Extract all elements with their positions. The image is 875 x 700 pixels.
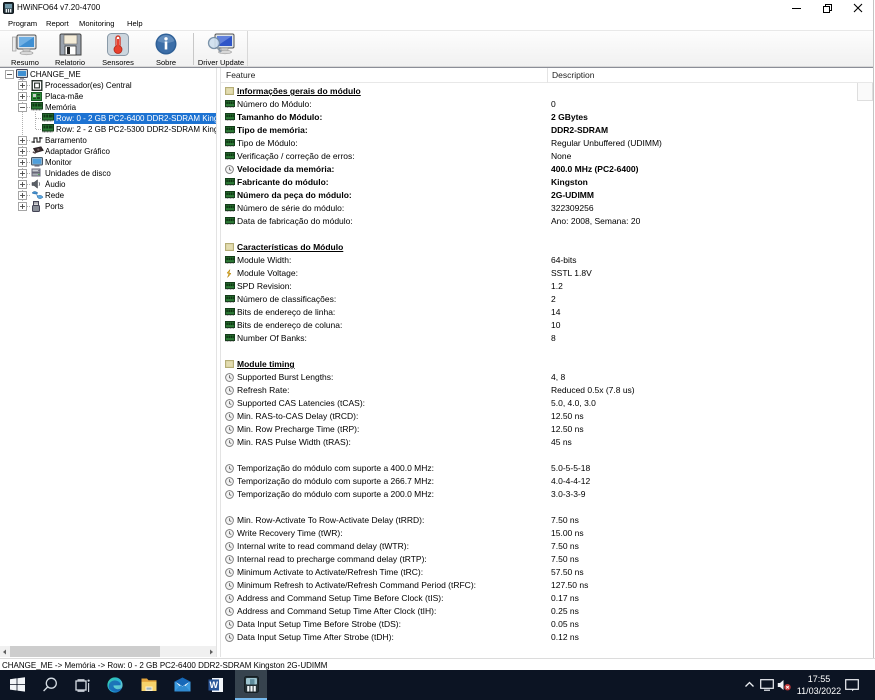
svg-text:W: W <box>209 680 218 690</box>
